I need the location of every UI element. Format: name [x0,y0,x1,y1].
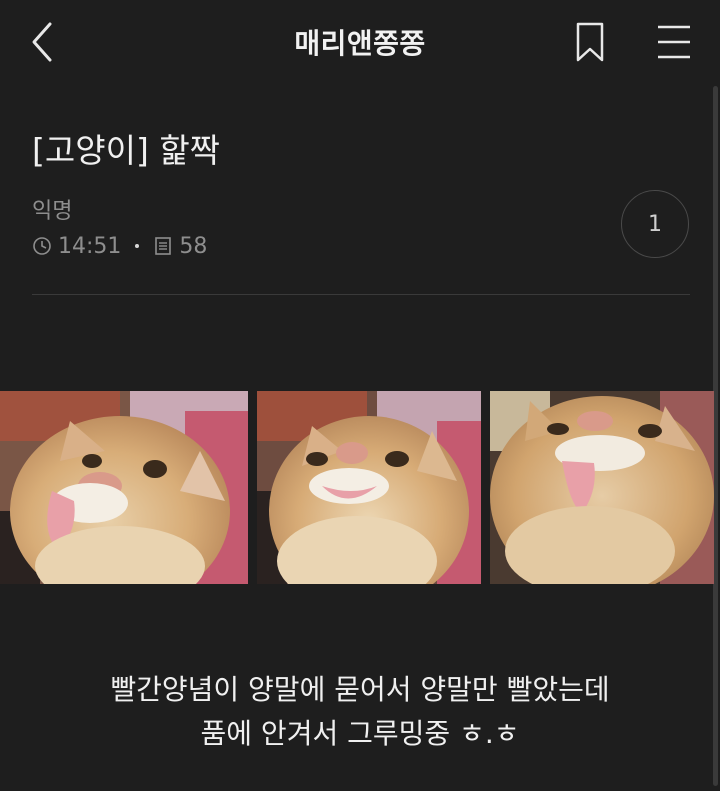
post-title: [고양이] 핥짝 [32,131,221,170]
post-meta: 14:51 58 [32,232,207,260]
cat-photo [257,391,481,584]
cat-photo [0,391,248,584]
body-line-2: 품에 안겨서 그루밍중 ㅎ.ㅎ [200,717,520,750]
post-image-1[interactable] [0,391,248,584]
menu-button[interactable] [654,22,694,62]
author-name: 익명 [32,199,73,224]
post-page: 매리앤쫑쫑 [고양이] 핥짝 익명 14:51 58 1 빨간양념이 양말에 묻… [0,0,720,791]
meta-separator [135,244,140,248]
top-bar: 매리앤쫑쫑 [0,0,720,84]
header-divider [32,294,690,295]
cat-photo [490,391,714,584]
hamburger-menu-icon [658,25,690,59]
post-image-2[interactable] [257,391,481,584]
body-line-1: 빨간양념이 양말에 묻어서 양말만 빨았는데 [110,673,610,706]
document-icon [155,237,172,255]
bookmark-button[interactable] [572,20,608,64]
bookmark-icon [576,22,604,62]
clock-icon [33,237,51,255]
post-time: 14:51 [58,233,122,259]
comment-count-button[interactable]: 1 [621,190,689,258]
post-image-3[interactable] [490,391,714,584]
view-count: 58 [179,233,208,259]
post-body: 빨간양념이 양말에 묻어서 양말만 빨았는데 품에 안겨서 그루밍중 ㅎ.ㅎ [0,668,720,756]
board-title: 매리앤쫑쫑 [294,27,426,60]
